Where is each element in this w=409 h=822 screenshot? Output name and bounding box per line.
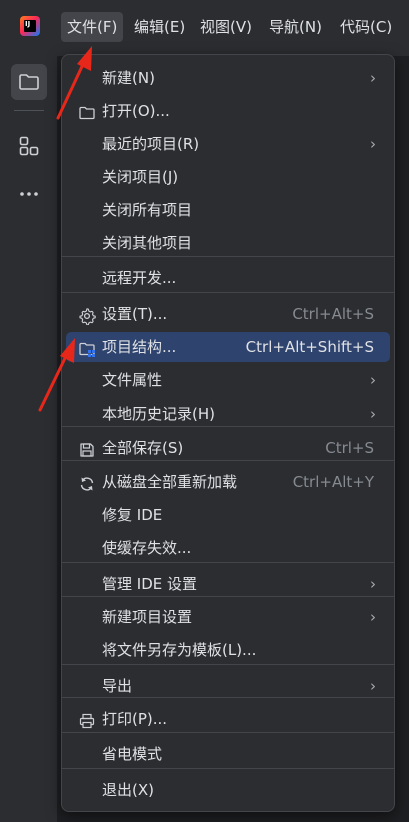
annotation-arrows [38, 46, 92, 412]
annotation-arrow-project-structure-icon [38, 338, 75, 412]
annotation-arrow-file-menu-icon [56, 46, 92, 120]
